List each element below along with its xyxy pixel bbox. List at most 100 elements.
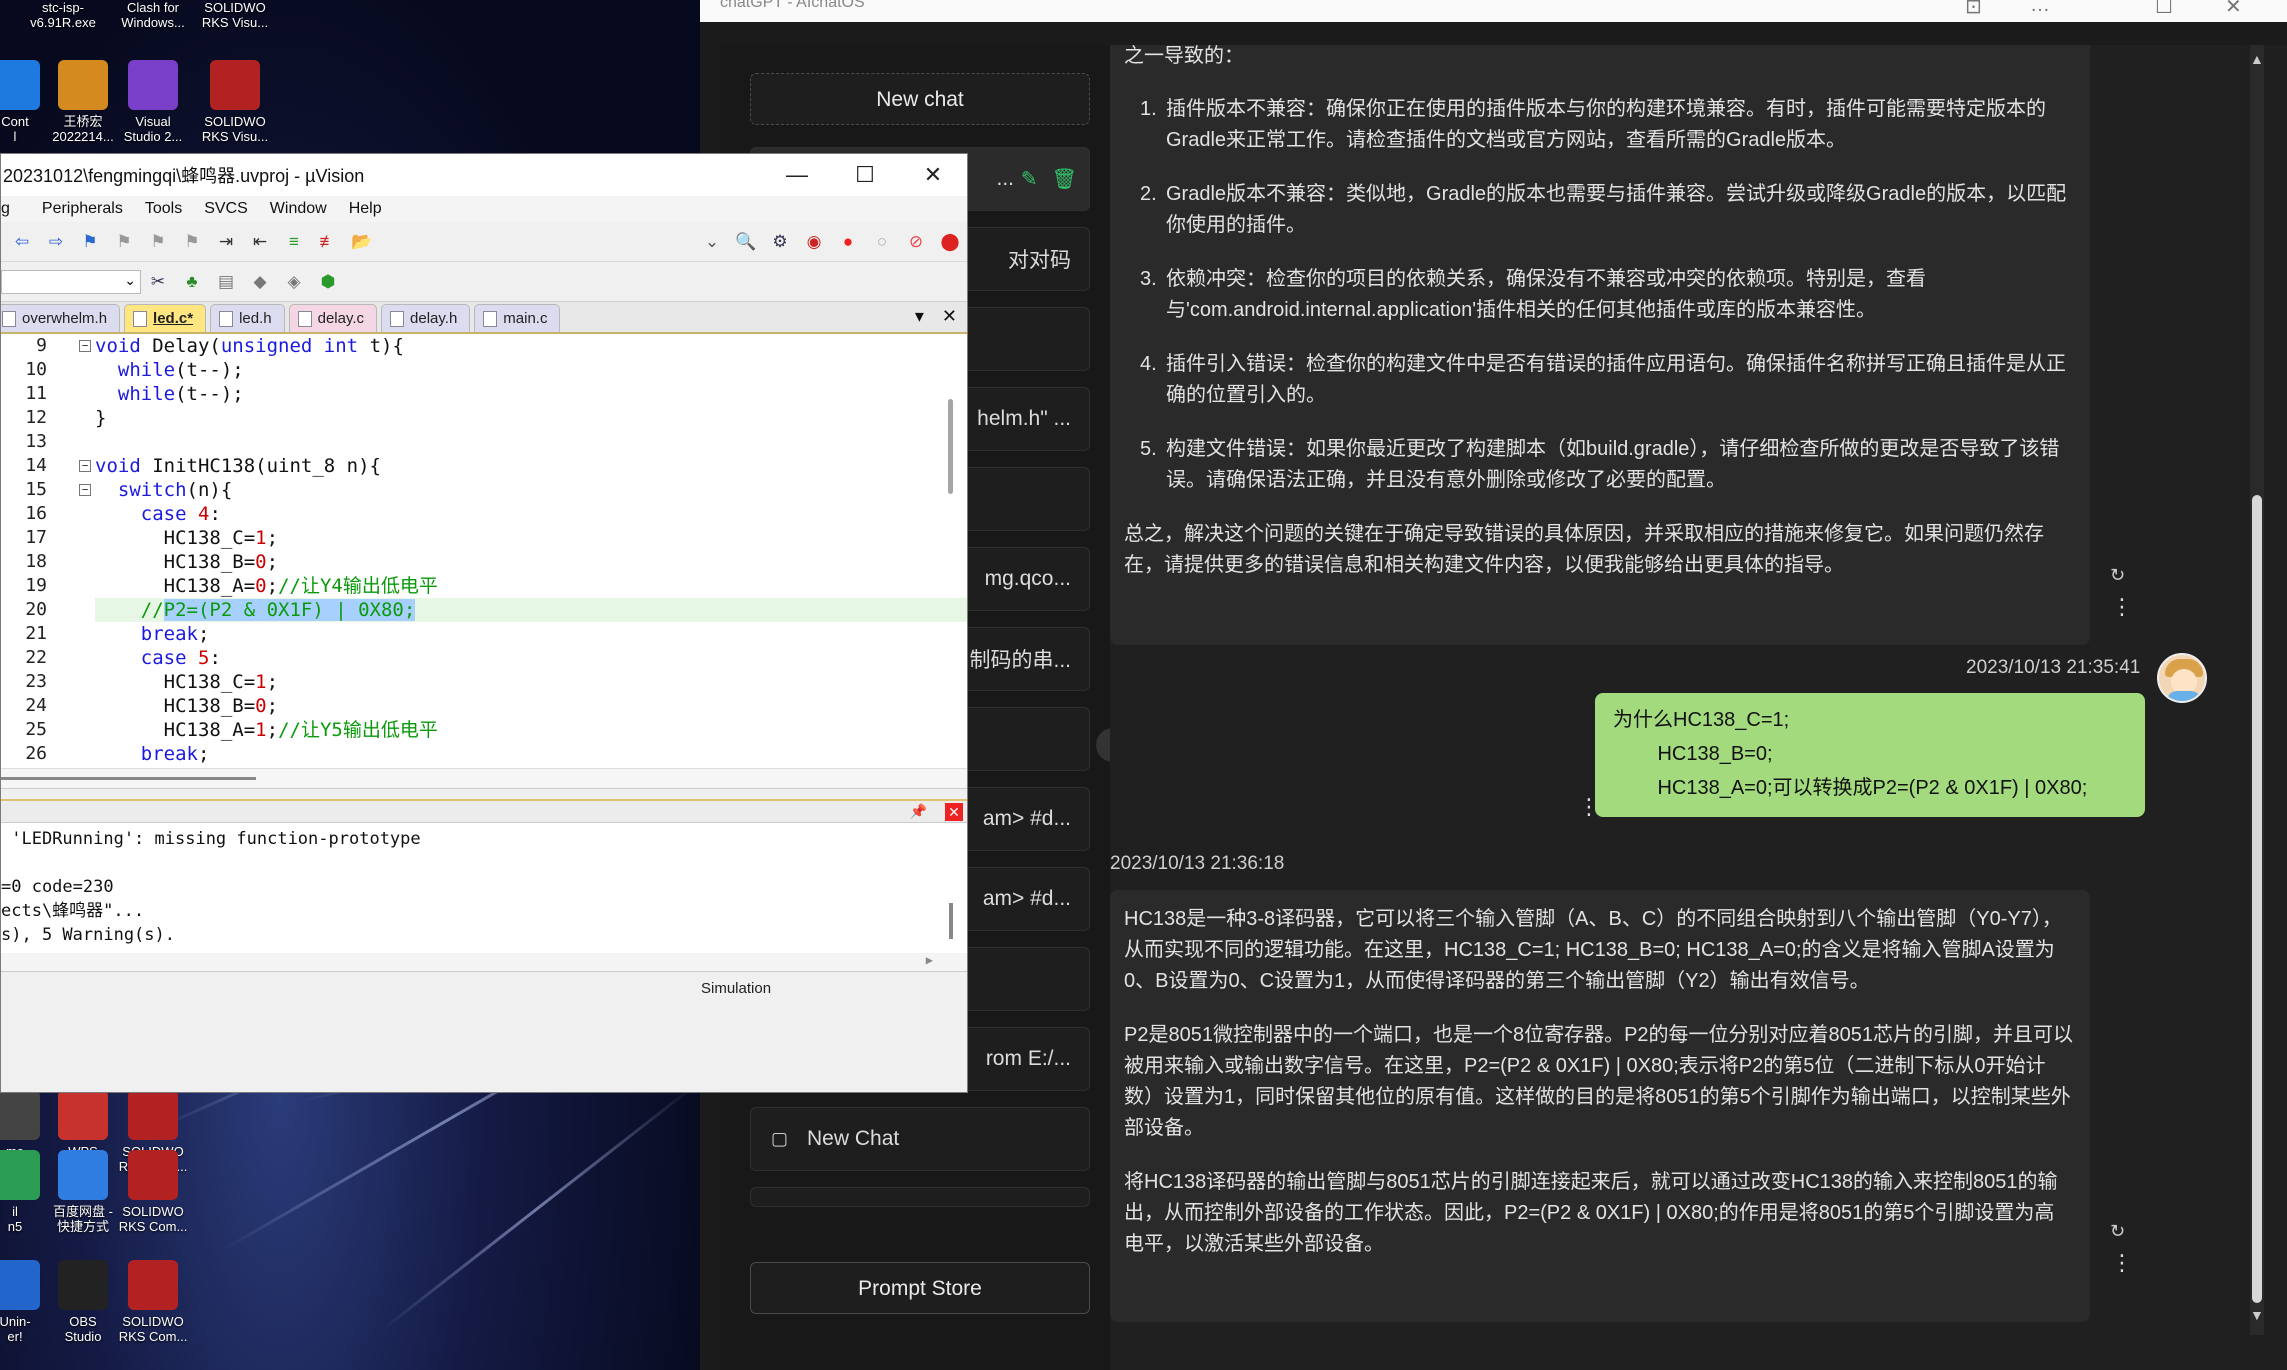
editor-vscroll[interactable]: [948, 399, 953, 494]
list-number: 4.: [1140, 353, 1157, 375]
editor-hscroll[interactable]: [1, 768, 967, 788]
editor-tab[interactable]: overwhelm.h: [1, 304, 121, 332]
app-icon: [58, 1090, 108, 1140]
debug-icon[interactable]: ⚙: [769, 231, 791, 253]
breakpoint-kill-icon[interactable]: ⊘: [905, 231, 927, 253]
menu-item[interactable]: Help: [349, 200, 382, 218]
minimize-button[interactable]: —: [763, 154, 831, 196]
bookmark-clear-icon[interactable]: ⚑: [181, 231, 203, 253]
menu-item[interactable]: Peripherals: [42, 200, 123, 218]
line-number-gutter: 9101112131415161718192021222324252627: [1, 334, 69, 788]
chat-history-item[interactable]: [750, 1187, 1090, 1207]
user-message-timestamp: 2023/10/13 21:35:41: [1966, 657, 2141, 678]
delete-icon[interactable]: 🗑: [1052, 167, 1077, 192]
pack-installer-icon[interactable]: ◆: [249, 271, 271, 293]
indent-icon[interactable]: ⇥: [215, 231, 237, 253]
options-icon[interactable]: ✂: [147, 271, 169, 293]
file-extensions-icon[interactable]: ▤: [215, 271, 237, 293]
maximize-icon[interactable]: ☐: [2155, 0, 2173, 19]
maximize-button[interactable]: ☐: [831, 154, 899, 196]
manage-rte-icon[interactable]: ⬢: [317, 271, 339, 293]
desktop-icon[interactable]: Visual Studio 2...: [118, 60, 188, 144]
edit-icon[interactable]: ✎: [1021, 167, 1038, 192]
editor-tab[interactable]: led.c*: [124, 304, 207, 332]
output-hscroll[interactable]: ▶: [1, 953, 967, 971]
code-line: HC138_B=0;: [95, 551, 279, 573]
menu-item[interactable]: Tools: [145, 200, 182, 218]
bookmark-icon[interactable]: ⚑: [79, 231, 101, 253]
editor-tab[interactable]: main.c: [474, 304, 561, 332]
chat-history-item[interactable]: ▢ New Chat: [750, 1107, 1090, 1171]
menu-item[interactable]: SVCS: [204, 200, 248, 218]
line-number: 22: [25, 647, 47, 668]
desktop-icon[interactable]: il n5: [0, 1150, 50, 1234]
desktop-icon[interactable]: Clash for Windows...: [118, 0, 188, 30]
message-menu-icon[interactable]: ⋮: [2111, 596, 2133, 618]
editor-tab[interactable]: delay.h: [381, 304, 471, 332]
target-select[interactable]: ⌄: [1, 269, 141, 294]
back-icon[interactable]: ⇦: [11, 231, 33, 253]
pin-icon[interactable]: 📌: [910, 803, 927, 820]
dropdown-icon[interactable]: ⌄: [701, 231, 723, 253]
desktop-icon[interactable]: SOLIDWO RKS Com...: [118, 1260, 188, 1344]
code-line: HC138_C=1;: [95, 527, 279, 549]
forward-icon[interactable]: ⇨: [45, 231, 67, 253]
select-software-icon[interactable]: ◈: [283, 271, 305, 293]
desktop-icon[interactable]: OBS Studio: [48, 1260, 118, 1344]
close-tab-icon[interactable]: ✕: [942, 306, 957, 327]
bookmark-prev-icon[interactable]: ⚑: [113, 231, 135, 253]
pin-icon[interactable]: ⊡: [1965, 0, 1982, 19]
prompt-store-button[interactable]: Prompt Store: [750, 1262, 1090, 1314]
desktop-icon[interactable]: SOLIDWO RKS Visu...: [200, 60, 270, 144]
user-message-menu-icon[interactable]: ⋮: [1578, 796, 1600, 818]
new-chat-button[interactable]: New chat: [750, 73, 1090, 125]
breakpoint-icon[interactable]: ●: [837, 231, 859, 253]
code-editor[interactable]: 9101112131415161718192021222324252627 −v…: [1, 334, 967, 789]
tabs-dropdown-icon[interactable]: ▾: [915, 306, 924, 327]
more-icon[interactable]: …: [2030, 0, 2050, 17]
editor-tab[interactable]: delay.c: [288, 304, 378, 332]
pane-splitter[interactable]: [1, 789, 967, 801]
regenerate-icon[interactable]: ↻: [2110, 565, 2125, 586]
window-icon[interactable]: ⬤: [939, 231, 961, 253]
chat-titlebar: chatGPT - AIchatOS ⊡ … ☐ ✕: [700, 0, 2287, 22]
close-output-icon[interactable]: ✕: [945, 803, 963, 821]
find-icon[interactable]: 🔍: [735, 231, 757, 253]
code-line: while(t--);: [117, 383, 244, 405]
manage-components-icon[interactable]: ♣: [181, 271, 203, 293]
comment-icon[interactable]: ≡: [283, 231, 305, 253]
desktop-icon[interactable]: Unin- er!: [0, 1260, 50, 1344]
desktop-icon[interactable]: SOLIDWO RKS Visu...: [200, 0, 270, 30]
desktop-icon[interactable]: SOLIDWO RKS Com...: [118, 1150, 188, 1234]
desktop-icon[interactable]: Cont l: [0, 60, 50, 144]
scroll-down-icon[interactable]: ▼: [2250, 1307, 2264, 1323]
close-button[interactable]: ✕: [899, 154, 967, 196]
close-icon[interactable]: ✕: [2225, 0, 2242, 19]
regenerate-icon-2[interactable]: ↻: [2110, 1221, 2125, 1242]
code-text[interactable]: − void Delay(unsigned int t){ while(t--);…: [69, 334, 967, 789]
chat-history-label: New Chat: [807, 1127, 900, 1150]
app-icon: [128, 1150, 178, 1200]
menu-item[interactable]: g: [1, 200, 10, 218]
editor-tab[interactable]: led.h: [210, 304, 285, 332]
start-debug-icon[interactable]: ◉: [803, 231, 825, 253]
desktop-icon[interactable]: 百度网盘 - 快捷方式: [48, 1150, 118, 1234]
line-number: 26: [25, 743, 47, 764]
unindent-icon[interactable]: ⇤: [249, 231, 271, 253]
scroll-up-icon[interactable]: ▲: [2250, 51, 2264, 67]
uncomment-icon[interactable]: ≢: [317, 231, 339, 253]
file-icon: [219, 310, 234, 327]
bookmark-next-icon[interactable]: ⚑: [147, 231, 169, 253]
open-file-icon[interactable]: 📂: [351, 231, 373, 253]
answer-intro-tail: 之一导致的：: [1124, 45, 1244, 67]
build-output-header: 📌 ✕: [1, 801, 967, 823]
list-number: 5.: [1140, 438, 1157, 460]
breakpoint-disable-icon[interactable]: ○: [871, 231, 893, 253]
desktop-icon[interactable]: 王桥宏 2022214...: [48, 60, 118, 144]
output-vscroll[interactable]: [949, 903, 953, 939]
menu-item[interactable]: Window: [270, 200, 327, 218]
bot-message-menu-icon[interactable]: ⋮: [2111, 1252, 2133, 1274]
desktop-icon[interactable]: stc-isp- v6.91R.exe: [28, 0, 98, 30]
chat-scrollbar[interactable]: ▲ ▼: [2240, 45, 2287, 1370]
output-line: ects\蜂鸣器"...: [1, 901, 145, 921]
